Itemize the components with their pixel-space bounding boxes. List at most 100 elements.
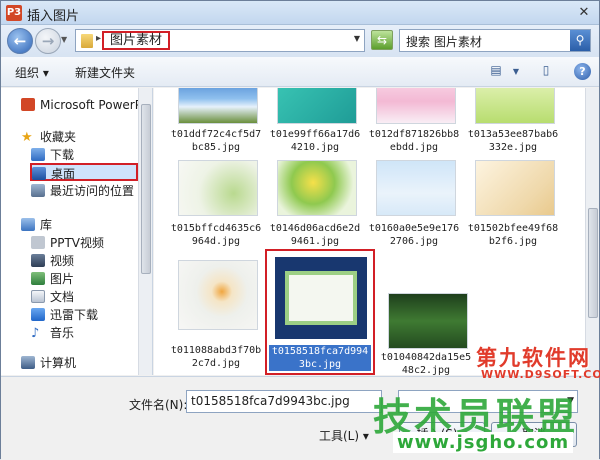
nav-item-recent[interactable]: 最近访问的位置 — [31, 182, 134, 200]
search-icon: ⚲ — [575, 33, 585, 47]
image-thumbnail — [178, 88, 258, 124]
documents-icon — [31, 290, 45, 303]
nav-item-downloads[interactable]: 下载 — [31, 146, 74, 164]
refresh-icon: ⇆ — [376, 33, 388, 47]
insert-picture-dialog: P3 插入图片 ✕ ← → ▼ ▸ 图片素材 ▼ ⇆ 搜索 图片素材 ⚲ 组织 … — [0, 0, 600, 460]
image-thumbnail — [178, 160, 258, 216]
preview-pane-icon[interactable]: ▯ — [537, 63, 555, 79]
nav-item-desktop[interactable]: 桌面 — [30, 163, 138, 181]
nav-label: Microsoft PowerPo — [40, 98, 149, 112]
nav-item-video[interactable]: 视频 — [31, 252, 74, 270]
file-list-scrollbar[interactable] — [585, 88, 599, 375]
nav-item-music[interactable]: ♪ 音乐 — [31, 324, 74, 342]
image-thumbnail — [275, 257, 367, 339]
nav-scrollbar[interactable] — [138, 88, 152, 375]
download-folder-icon — [31, 148, 45, 161]
nav-item-pptv[interactable]: PPTV视频 — [31, 234, 104, 252]
file-name: t0160a0e5e9e1762706.jpg — [368, 223, 460, 247]
image-thumbnail — [178, 260, 258, 330]
address-bar[interactable]: ▸ 图片素材 ▼ — [75, 29, 365, 52]
library-icon — [21, 218, 35, 231]
title-bar: P3 插入图片 ✕ — [1, 1, 599, 25]
file-tile[interactable]: t01e99ff66a17d64210.jpg — [267, 88, 363, 158]
search-input[interactable]: 搜索 图片素材 ⚲ — [399, 29, 591, 52]
back-button[interactable]: ← — [7, 28, 33, 54]
file-name: t015bffcd4635c6964d.jpg — [170, 223, 262, 247]
nav-item-powerpoint[interactable]: Microsoft PowerPo — [21, 96, 149, 114]
search-placeholder: 搜索 图片素材 — [406, 35, 482, 49]
tools-menu[interactable]: 工具(L) ▾ — [319, 427, 369, 444]
image-thumbnail — [277, 160, 357, 216]
file-name: t01e99ff66a17d64210.jpg — [269, 129, 361, 153]
address-dropdown-icon[interactable]: ▼ — [354, 34, 360, 43]
nav-label: 音乐 — [50, 326, 75, 340]
filename-label: 文件名(N): — [129, 398, 188, 412]
nav-label: 计算机 — [40, 356, 77, 370]
music-icon: ♪ — [31, 326, 40, 341]
breadcrumb-separator-icon[interactable]: ▸ — [96, 33, 101, 44]
image-thumbnail — [475, 88, 555, 124]
pptv-icon — [31, 236, 45, 249]
nav-label: PPTV视频 — [50, 236, 105, 250]
video-icon — [31, 254, 45, 267]
nav-label: 下载 — [50, 148, 75, 162]
file-name: t012df871826bb8ebdd.jpg — [368, 129, 460, 153]
file-list: t01ddf72c4cf5d7bc85.jpg t01e99ff66a17d64… — [154, 88, 599, 375]
nav-label: 库 — [40, 218, 53, 232]
powerpoint-icon — [21, 98, 35, 111]
nav-item-library[interactable]: 库 — [21, 216, 52, 234]
navigation-pane: Microsoft PowerPo ★ 收藏夹 下载 桌面 最近访问的位置 库 P… — [1, 88, 153, 375]
nav-item-pictures[interactable]: 图片 — [31, 270, 74, 288]
file-tile-selected[interactable]: t0158518fca7d9943bc.jpg — [265, 249, 375, 375]
nav-item-favorites[interactable]: ★ 收藏夹 — [21, 128, 76, 146]
dialog-title: 插入图片 — [27, 9, 80, 24]
file-tile[interactable]: t013a53ee87bab6332e.jpg — [465, 88, 561, 158]
file-name: t01502bfee49f68b2f6.jpg — [467, 223, 559, 247]
pictures-icon — [31, 272, 45, 285]
arrow-right-icon: → — [41, 32, 55, 50]
breadcrumb-item[interactable]: 图片素材 — [102, 31, 171, 50]
nav-label: 文档 — [50, 290, 75, 304]
nav-item-computer[interactable]: 计算机 — [21, 354, 76, 372]
command-toolbar: 组织 ▾ 新建文件夹 ▤ ▼ ▯ ? — [1, 57, 599, 87]
nav-label: 最近访问的位置 — [50, 184, 135, 198]
history-dropdown-icon[interactable]: ▼ — [61, 35, 67, 44]
file-tile[interactable]: t0160a0e5e9e1762706.jpg — [366, 160, 462, 252]
address-row: ← → ▼ ▸ 图片素材 ▼ ⇆ 搜索 图片素材 ⚲ — [1, 25, 599, 57]
file-tile[interactable]: t01040842da15e548c2.jpg — [378, 293, 474, 375]
image-thumbnail — [277, 88, 357, 124]
recent-places-icon — [31, 184, 45, 197]
view-dropdown-icon[interactable]: ▼ — [507, 67, 525, 83]
new-folder-button[interactable]: 新建文件夹 — [75, 64, 135, 81]
organize-menu[interactable]: 组织 ▾ — [15, 64, 49, 81]
file-tile[interactable]: t01ddf72c4cf5d7bc85.jpg — [168, 88, 264, 158]
watermark-jsgho-url: www.jsgho.com — [393, 432, 574, 453]
file-tile[interactable]: t015bffcd4635c6964d.jpg — [168, 160, 264, 252]
nav-label: 迅雷下载 — [50, 308, 99, 322]
file-tile[interactable]: t0146d06acd6e2d9461.jpg — [267, 160, 363, 252]
filename-input[interactable]: t0158518fca7d9943bc.jpg — [186, 390, 382, 413]
nav-label: 收藏夹 — [40, 130, 77, 144]
watermark-d9soft-url: WWW.D9SOFT.COM — [481, 368, 600, 381]
computer-icon — [21, 356, 35, 369]
forward-button[interactable]: → — [35, 28, 61, 54]
nav-item-documents[interactable]: 文档 — [31, 288, 74, 306]
image-thumbnail — [376, 160, 456, 216]
file-name: t013a53ee87bab6332e.jpg — [467, 129, 559, 153]
help-icon[interactable]: ? — [574, 63, 591, 80]
close-button[interactable]: ✕ — [575, 4, 593, 22]
refresh-button[interactable]: ⇆ — [371, 30, 393, 50]
file-name: t01040842da15e548c2.jpg — [380, 352, 472, 375]
file-name: t01ddf72c4cf5d7bc85.jpg — [170, 129, 262, 153]
file-tile[interactable]: t012df871826bb8ebdd.jpg — [366, 88, 462, 158]
file-tile[interactable]: t011088abd3f70b2c7d.jpg — [168, 260, 264, 370]
file-list-scrollbar-thumb[interactable] — [588, 208, 598, 318]
file-name: t011088abd3f70b2c7d.jpg — [170, 345, 262, 369]
image-thumbnail — [475, 160, 555, 216]
file-tile[interactable]: t01502bfee49f68b2f6.jpg — [465, 160, 561, 252]
nav-scrollbar-thumb[interactable] — [141, 104, 151, 274]
view-options-icon[interactable]: ▤ — [487, 63, 505, 79]
search-button[interactable]: ⚲ — [570, 30, 590, 51]
nav-item-thunder[interactable]: 迅雷下载 — [31, 306, 98, 324]
flower-frame-icon — [285, 271, 357, 325]
